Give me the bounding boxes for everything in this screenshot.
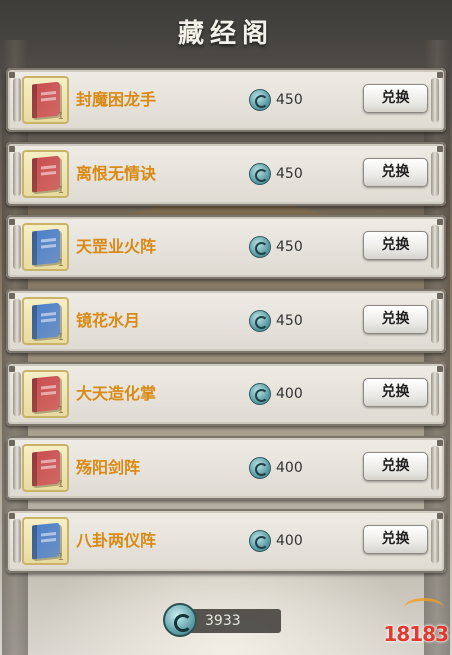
scroll-end-right: [431, 225, 439, 269]
exchange-button[interactable]: 兑换: [363, 84, 428, 113]
item-price: 450: [276, 239, 303, 255]
scripture-item: 1 天罡业火阵 450 兑换: [6, 215, 446, 279]
scroll-end-left: [13, 372, 21, 416]
item-name: 封魔困龙手: [76, 90, 157, 109]
scripture-item: 1 殇阳剑阵 400 兑换: [6, 435, 446, 500]
scroll-end-left: [13, 225, 21, 269]
book-icon-frame[interactable]: 1: [22, 296, 69, 345]
book-icon-frame[interactable]: 1: [22, 76, 69, 124]
scripture-item: 1 镜花水月 450 兑换: [6, 288, 446, 353]
scroll-end-right: [431, 519, 439, 563]
header: 藏经阁: [0, 0, 452, 62]
item-price: 400: [276, 459, 303, 476]
scripture-list: 1 封魔困龙手 450 兑换 1 离恨无情诀 450 兑换 1 天罡业火阵 45…: [6, 68, 446, 583]
scripture-item: 1 离恨无情诀 450 兑换: [6, 141, 446, 206]
item-price: 400: [276, 533, 303, 549]
scroll-end-left: [13, 445, 21, 490]
currency-balance: 3933: [163, 603, 283, 637]
page-title: 藏经阁: [177, 18, 274, 49]
scroll-end-left: [13, 151, 21, 196]
exchange-button[interactable]: 兑换: [363, 157, 428, 187]
item-price: 400: [276, 386, 303, 402]
exchange-button[interactable]: 兑换: [363, 451, 428, 481]
item-name: 殇阳剑阵: [76, 457, 141, 477]
item-count: 1: [57, 331, 64, 343]
scroll-end-left: [13, 78, 21, 122]
item-name: 镜花水月: [76, 310, 141, 330]
scripture-item: 1 封魔困龙手 450 兑换: [6, 68, 446, 132]
scroll-end-left: [13, 298, 21, 343]
scroll-end-left: [13, 519, 21, 563]
watermark-logo: 18183: [376, 598, 449, 648]
spiral-coin-icon: [249, 530, 271, 552]
book-icon: [31, 449, 60, 486]
spiral-coin-icon: [249, 383, 271, 405]
book-icon-frame[interactable]: 1: [22, 443, 69, 492]
spiral-coin-icon: [249, 89, 271, 111]
item-name: 离恨无情诀: [76, 163, 157, 183]
item-count: 1: [57, 478, 64, 490]
book-icon: [31, 81, 60, 119]
exchange-button[interactable]: 兑换: [363, 378, 428, 407]
book-icon: [31, 302, 60, 339]
book-icon: [31, 155, 60, 192]
scripture-item: 1 八卦两仪阵 400 兑换: [6, 509, 446, 573]
book-icon-frame[interactable]: 1: [22, 149, 69, 198]
book-icon: [31, 375, 60, 413]
scroll-end-right: [431, 78, 439, 122]
item-count: 1: [57, 405, 64, 416]
item-name: 八卦两仪阵: [76, 531, 157, 550]
scripture-item: 1 大天造化掌 400 兑换: [6, 362, 446, 426]
book-icon: [31, 522, 60, 560]
watermark-decoration: [404, 598, 444, 618]
watermark-text: 18183: [383, 622, 449, 646]
item-price: 450: [276, 165, 303, 182]
item-price: 450: [276, 92, 303, 108]
spiral-coin-icon: [163, 603, 197, 637]
item-name: 大天造化掌: [76, 384, 157, 403]
scroll-end-right: [431, 445, 439, 490]
item-count: 1: [57, 552, 64, 563]
scroll-end-right: [431, 298, 439, 343]
spiral-coin-icon: [249, 162, 271, 185]
book-icon-frame[interactable]: 1: [22, 370, 69, 418]
exchange-button[interactable]: 兑换: [363, 525, 428, 554]
spiral-coin-icon: [249, 309, 271, 332]
spiral-coin-icon: [249, 236, 271, 258]
book-icon-frame[interactable]: 1: [22, 517, 69, 565]
item-count: 1: [57, 111, 64, 122]
item-count: 1: [57, 258, 64, 269]
scroll-end-right: [431, 372, 439, 416]
exchange-button[interactable]: 兑换: [363, 304, 428, 334]
scroll-end-right: [431, 151, 439, 196]
exchange-button[interactable]: 兑换: [363, 231, 428, 260]
spiral-coin-icon: [249, 456, 271, 479]
item-price: 450: [276, 312, 303, 329]
balance-value: 3933: [205, 613, 241, 629]
item-name: 天罡业火阵: [76, 237, 157, 256]
item-count: 1: [57, 184, 64, 196]
book-icon-frame[interactable]: 1: [22, 223, 69, 271]
book-icon: [31, 228, 60, 266]
